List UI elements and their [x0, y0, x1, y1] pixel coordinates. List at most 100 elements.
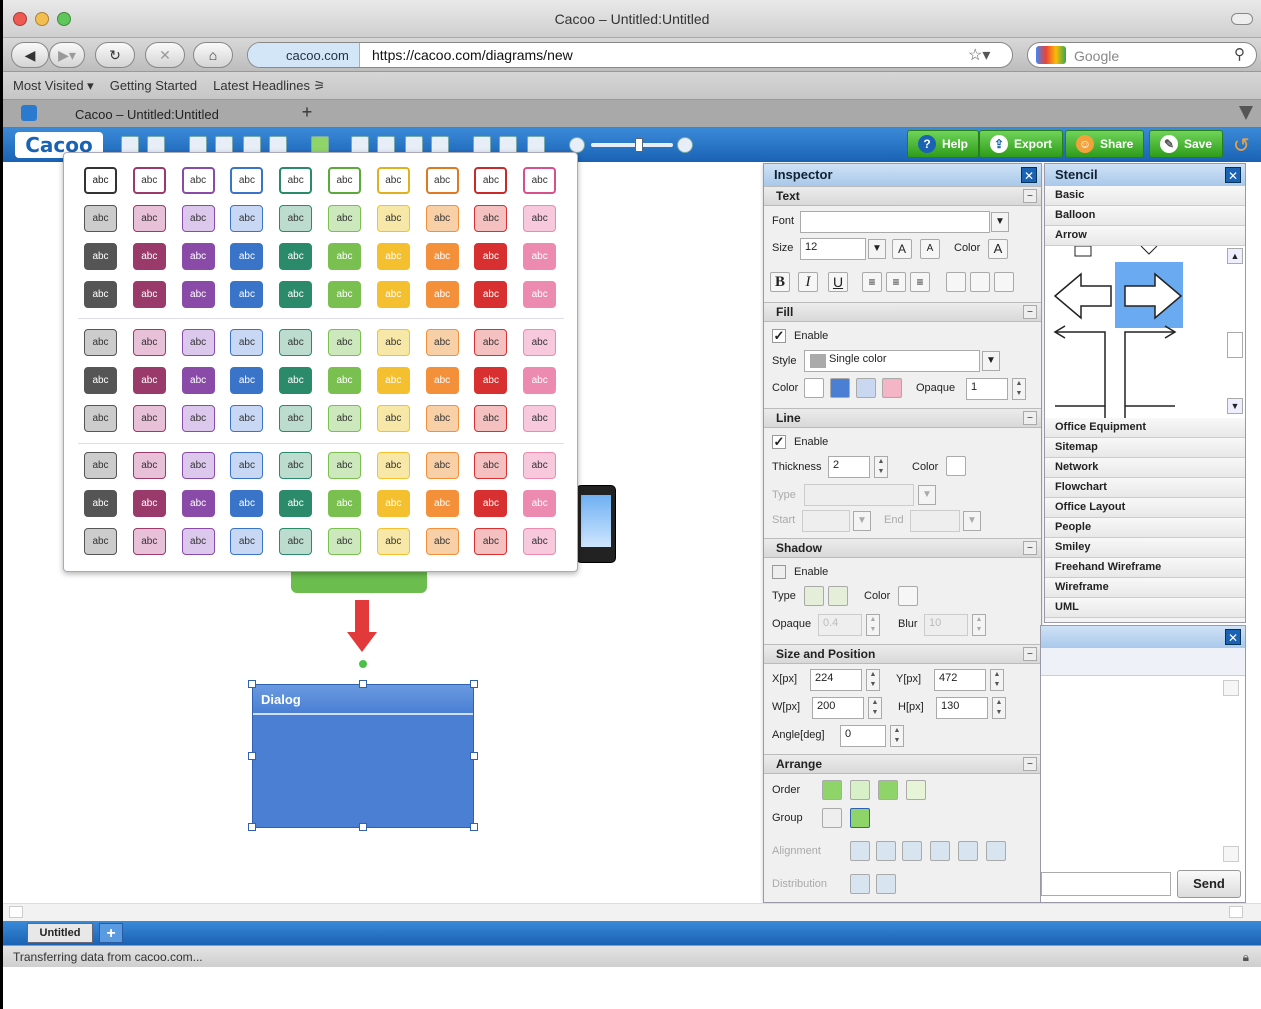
- style-swatch-abc[interactable]: abc: [84, 243, 117, 270]
- style-swatch-abc[interactable]: abc: [425, 243, 459, 270]
- help-button[interactable]: ? Help: [907, 130, 980, 158]
- address-bar[interactable]: cacoo.com https://cacoo.com/diagrams/new…: [247, 42, 1013, 68]
- style-swatch-abc[interactable]: abc: [328, 528, 361, 555]
- style-swatch-abc[interactable]: abc: [84, 528, 117, 555]
- style-swatch-abc[interactable]: abc: [181, 490, 215, 517]
- line-type-dropdown-icon[interactable]: ▼: [918, 485, 936, 505]
- right-arrow-shape[interactable]: [1124, 272, 1183, 320]
- line-end-select[interactable]: [910, 510, 960, 532]
- refresh-icon[interactable]: ↺: [1233, 133, 1250, 158]
- style-swatch-abc[interactable]: abc: [230, 205, 264, 232]
- fill-opaque-input[interactable]: 1: [966, 378, 1008, 400]
- style-swatch-abc[interactable]: abc: [425, 452, 459, 479]
- style-swatch-abc[interactable]: abc: [474, 205, 508, 232]
- style-swatch-abc[interactable]: abc: [84, 367, 117, 394]
- style-swatch-abc[interactable]: abc: [279, 243, 313, 270]
- shadow-type-1[interactable]: [804, 586, 824, 606]
- style-swatch-abc[interactable]: abc: [376, 405, 410, 432]
- align-icon[interactable]: [958, 841, 978, 861]
- bring-forward-icon[interactable]: [850, 780, 870, 800]
- style-swatch-abc[interactable]: abc: [132, 528, 166, 555]
- forward-button[interactable]: ▶▾: [49, 42, 85, 68]
- collapse-icon[interactable]: –: [1023, 411, 1037, 425]
- align-icon[interactable]: [850, 841, 870, 861]
- scroll-right-icon[interactable]: [1229, 906, 1243, 918]
- selection-handle[interactable]: [359, 823, 367, 831]
- inspector-close-icon[interactable]: ✕: [1021, 167, 1037, 183]
- stencil-close-icon[interactable]: ✕: [1225, 167, 1241, 183]
- save-button[interactable]: ✎ Save: [1149, 130, 1224, 158]
- style-swatch-abc[interactable]: abc: [279, 167, 313, 194]
- chat-scroll-down-icon[interactable]: [1223, 846, 1239, 862]
- tab-list-icon[interactable]: [1239, 106, 1253, 120]
- style-swatch-abc[interactable]: abc: [279, 367, 313, 394]
- h-spinner[interactable]: ▲ ▼: [992, 697, 1006, 719]
- w-spinner[interactable]: ▲ ▼: [868, 697, 882, 719]
- x-input[interactable]: 224: [810, 669, 862, 691]
- bookmark-getting-started[interactable]: Getting Started: [110, 78, 197, 93]
- x-spinner[interactable]: ▲ ▼: [866, 669, 880, 691]
- style-swatch-abc[interactable]: abc: [328, 167, 361, 194]
- align-right-icon[interactable]: ≡: [910, 272, 930, 292]
- bookmark-most-visited[interactable]: Most Visited ▾: [13, 78, 94, 94]
- fill-color-white[interactable]: [804, 378, 824, 398]
- style-swatch-abc[interactable]: abc: [425, 405, 459, 432]
- style-swatch-abc[interactable]: abc: [425, 490, 459, 517]
- style-swatch-abc[interactable]: abc: [84, 452, 117, 479]
- stencil-category-network[interactable]: Network: [1045, 458, 1245, 478]
- style-swatch-abc[interactable]: abc: [328, 405, 361, 432]
- line-section-header[interactable]: Line –: [764, 408, 1041, 428]
- style-swatch-abc[interactable]: abc: [132, 367, 166, 394]
- angle-input[interactable]: 0: [840, 725, 886, 747]
- phone-shape[interactable]: [576, 485, 616, 563]
- selection-handle[interactable]: [248, 823, 256, 831]
- font-grow-icon[interactable]: A: [892, 239, 912, 259]
- style-swatch-abc[interactable]: abc: [132, 243, 166, 270]
- left-arrow-shape[interactable]: [1053, 272, 1112, 320]
- style-swatch-abc[interactable]: abc: [523, 452, 557, 479]
- search-box[interactable]: Google ⚲: [1027, 42, 1257, 68]
- align-icon[interactable]: [876, 841, 896, 861]
- style-swatch-abc[interactable]: abc: [376, 367, 410, 394]
- partial-shape[interactable]: [1140, 246, 1158, 255]
- style-swatch-abc[interactable]: abc: [181, 167, 215, 194]
- size-input[interactable]: 12: [800, 238, 866, 260]
- arrow-head[interactable]: [347, 632, 377, 652]
- stencil-category-sitemap[interactable]: Sitemap: [1045, 438, 1245, 458]
- collapse-icon[interactable]: –: [1023, 647, 1037, 661]
- selection-handle[interactable]: [470, 823, 478, 831]
- style-swatch-abc[interactable]: abc: [230, 528, 264, 555]
- style-swatch-abc[interactable]: abc: [474, 490, 508, 517]
- size-dropdown-icon[interactable]: ▼: [868, 239, 886, 259]
- style-swatch-abc[interactable]: abc: [474, 329, 508, 356]
- h-input[interactable]: 130: [936, 697, 988, 719]
- style-swatch-abc[interactable]: abc: [376, 281, 410, 308]
- style-swatch-abc[interactable]: abc: [279, 528, 313, 555]
- selection-handle[interactable]: [359, 680, 367, 688]
- y-spinner[interactable]: ▲ ▼: [990, 669, 1004, 691]
- stencil-category-people[interactable]: People: [1045, 518, 1245, 538]
- stencil-category-uml[interactable]: UML: [1045, 598, 1245, 618]
- line-enable-checkbox[interactable]: ✓: [772, 435, 786, 449]
- selection-handle[interactable]: [248, 752, 256, 760]
- stop-button[interactable]: ✕: [145, 42, 185, 68]
- style-swatch-abc[interactable]: abc: [181, 405, 215, 432]
- style-swatch-abc[interactable]: abc: [132, 167, 166, 194]
- bookmark-latest-headlines[interactable]: Latest Headlines ⚞: [213, 78, 325, 94]
- stencil-category-wireframe[interactable]: Wireframe: [1045, 578, 1245, 598]
- style-swatch-abc[interactable]: abc: [474, 528, 508, 555]
- stencil-category-basic[interactable]: Basic: [1045, 186, 1245, 206]
- collapse-icon[interactable]: –: [1023, 757, 1037, 771]
- chat-input[interactable]: [1041, 872, 1171, 896]
- line-start-select[interactable]: [802, 510, 850, 532]
- stencil-category-arrow[interactable]: Arrow: [1045, 226, 1245, 246]
- style-swatch-abc[interactable]: abc: [474, 243, 508, 270]
- line-type-select[interactable]: [804, 484, 914, 506]
- thickness-input[interactable]: 2: [828, 456, 870, 478]
- send-button[interactable]: Send: [1177, 870, 1241, 898]
- back-button[interactable]: ◀: [11, 42, 49, 68]
- scroll-up-icon[interactable]: ▲: [1227, 248, 1243, 264]
- dialog-shape[interactable]: Dialog: [252, 684, 474, 828]
- style-swatch-abc[interactable]: abc: [523, 281, 557, 308]
- style-swatch-abc[interactable]: abc: [279, 205, 313, 232]
